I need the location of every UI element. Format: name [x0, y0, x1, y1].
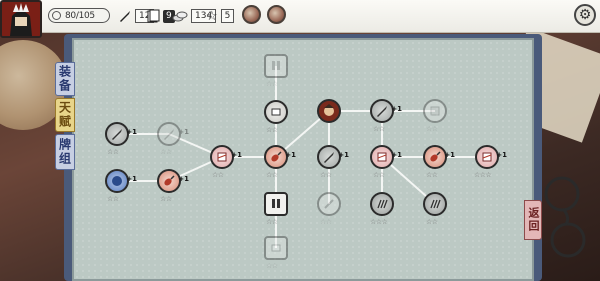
talent-tree-connections: [117, 66, 487, 248]
talent-node-broken-scroll[interactable]: +1: [210, 145, 242, 169]
hp-indicator: 80/105: [48, 8, 110, 23]
character-portrait[interactable]: [0, 0, 42, 38]
hp-value: 80/105: [65, 10, 95, 21]
talent-node-sword-locked[interactable]: +1: [157, 122, 189, 146]
talent-node-shield-locked[interactable]: [423, 99, 447, 123]
node-stars: ☆☆: [266, 262, 278, 270]
talent-node-broken-scroll-2[interactable]: +1: [370, 145, 402, 169]
talent-node-drumstick-3[interactable]: +1: [423, 145, 455, 169]
talent-node-socks-locked[interactable]: [264, 54, 288, 78]
node-stars: ☆☆: [426, 125, 438, 133]
node-stars: ☆☆: [160, 148, 172, 156]
talent-node-dagger-locked[interactable]: [317, 192, 341, 216]
card-stack-icon: [147, 9, 160, 23]
node-stars: ☆☆: [373, 125, 385, 133]
node-stars: ☆☆: [160, 195, 172, 203]
talent-node-broken-scroll-3[interactable]: +1: [475, 145, 507, 169]
plus-one-label: +1: [178, 175, 189, 183]
node-stars: ☆☆: [373, 171, 385, 179]
talent-node-socks[interactable]: [264, 192, 288, 216]
talent-node-claw-2[interactable]: [423, 192, 447, 216]
plus-one-label: +1: [391, 151, 402, 159]
plus-one-label: +1: [126, 128, 137, 136]
node-stars: ☆☆: [426, 218, 438, 226]
talent-node-scroll-locked[interactable]: [264, 236, 288, 260]
talent-node-fist[interactable]: +1: [105, 169, 137, 193]
node-stars: ☆☆: [107, 148, 119, 156]
talent-node-boss[interactable]: [317, 99, 341, 123]
coin-pile-icon: [172, 11, 188, 22]
node-stars: ☆☆: [320, 218, 332, 226]
node-stars: ☆☆☆: [370, 218, 388, 226]
node-stars: ☆☆: [266, 218, 278, 226]
plus-one-label: +1: [338, 151, 349, 159]
node-stars: ☆☆: [266, 80, 278, 88]
stars-resource: ☆ 5: [206, 6, 235, 26]
node-stars: ☆☆: [107, 195, 119, 203]
node-stars: ☆☆: [266, 126, 278, 134]
plus-one-label: +1: [496, 151, 507, 159]
heart-icon: [52, 11, 61, 20]
plus-one-label: +1: [285, 151, 296, 159]
talent-node-drumstick-2[interactable]: +1: [264, 145, 296, 169]
cards-resource: 9: [146, 6, 175, 26]
node-stars: ☆☆: [212, 171, 224, 179]
talent-node-claw[interactable]: [370, 192, 394, 216]
plus-one-label: +1: [391, 105, 402, 113]
settings-button[interactable]: ⚙: [574, 4, 596, 26]
talent-node-sword[interactable]: +1: [105, 122, 137, 146]
stars-count: 5: [220, 9, 235, 23]
node-stars: ☆☆: [426, 171, 438, 179]
node-stars: ☆☆☆: [474, 171, 492, 179]
gear-icon: ⚙: [578, 7, 592, 23]
plus-one-label: +1: [178, 128, 189, 136]
talent-node-scroll[interactable]: [264, 100, 288, 124]
plus-one-label: +1: [444, 151, 455, 159]
relic-slot-2[interactable]: [267, 5, 286, 24]
node-stars: ☆☆: [320, 171, 332, 179]
plus-one-label: +1: [231, 151, 242, 159]
talent-node-sword-3[interactable]: +1: [370, 99, 402, 123]
node-stars: ☆☆: [266, 171, 278, 179]
talent-node-drumstick[interactable]: +1: [157, 169, 189, 193]
star-icon: ☆: [206, 8, 218, 24]
sword-icon: [120, 11, 130, 22]
relic-slot-1[interactable]: [242, 5, 261, 24]
talent-node-sword-2[interactable]: +1: [317, 145, 349, 169]
plus-one-label: +1: [126, 175, 137, 183]
